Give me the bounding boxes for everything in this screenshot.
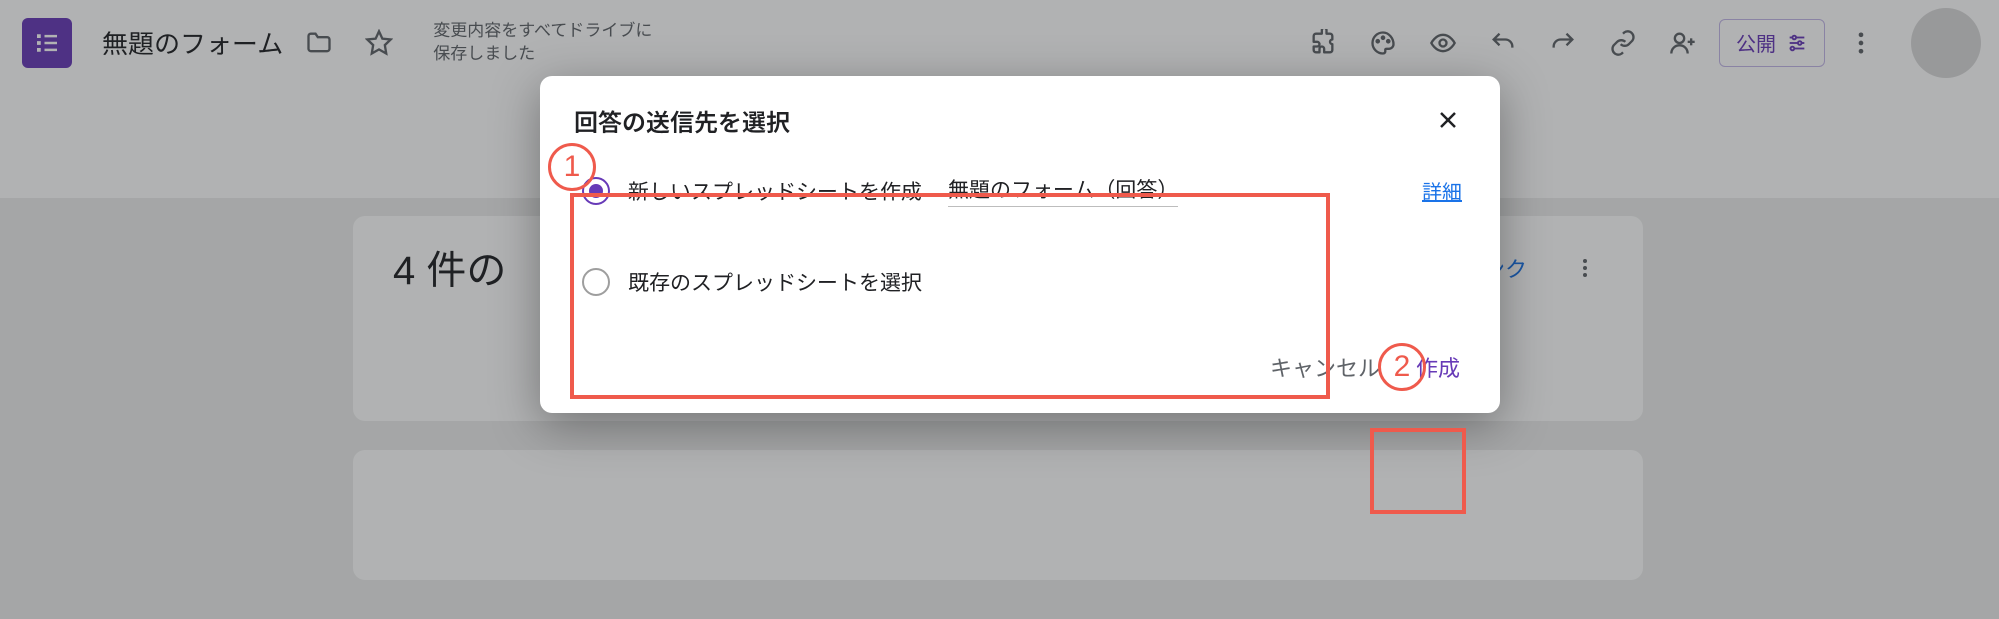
annotation-box-2 (1370, 428, 1466, 514)
annotation-1: 1 (548, 143, 596, 191)
detail-link[interactable]: 詳細 (1422, 176, 1462, 205)
close-icon[interactable] (1428, 100, 1468, 140)
annotation-box-1 (570, 193, 1330, 399)
dialog-title: 回答の送信先を選択 (574, 103, 790, 138)
annotation-2: 2 (1378, 343, 1426, 391)
